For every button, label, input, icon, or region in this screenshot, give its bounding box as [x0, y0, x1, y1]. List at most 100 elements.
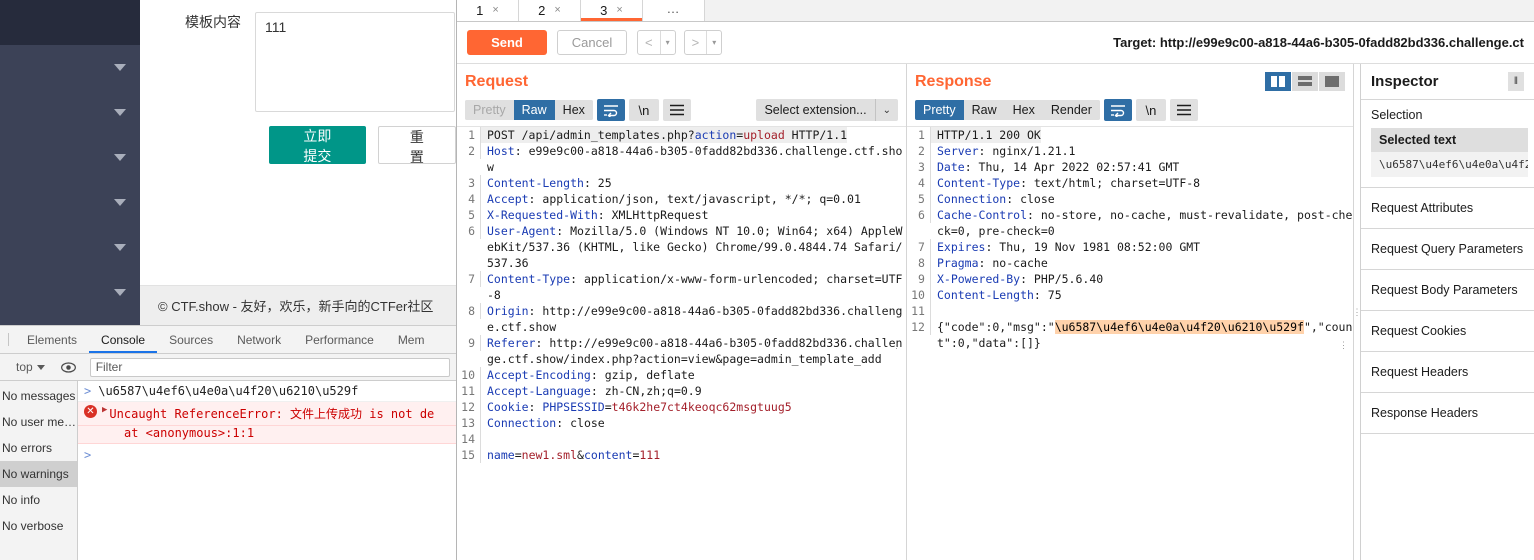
console-sidebar-item[interactable]: No errors [0, 435, 77, 461]
inspector-sections: Request Attributes Request Query Paramete… [1361, 188, 1534, 434]
request-view-pretty[interactable]: Pretty [465, 100, 514, 120]
send-button[interactable]: Send [467, 30, 547, 55]
submit-button[interactable]: 立即提交 [269, 126, 366, 164]
response-newline-button[interactable]: \n [1135, 99, 1166, 121]
line-content: Cookie: PHPSESSID=t46k2he7ct4keoqc62msgt… [481, 399, 792, 415]
request-line: 14 [457, 431, 906, 447]
repeater-tab-2[interactable]: 2 × [519, 0, 581, 21]
line-number: 12 [907, 319, 931, 335]
select-extension-dropdown[interactable]: Select extension... ⌄ [756, 99, 898, 121]
sidebar-item-4[interactable]: 理 [0, 180, 140, 225]
request-view-hex[interactable]: Hex [554, 100, 593, 120]
request-line: 5 X-Requested-With: XMLHttpRequest [457, 207, 906, 223]
sidebar-item-3[interactable]: 理 [0, 135, 140, 180]
line-number: 7 [457, 271, 481, 287]
devtools-tab-performance[interactable]: Performance [293, 326, 386, 353]
response-view-pretty[interactable]: Pretty [914, 100, 964, 120]
inspector-section-request-query-parameters[interactable]: Request Query Parameters [1361, 229, 1534, 270]
line-number: 14 [457, 431, 481, 447]
sidebar-item-1[interactable]: 理 [0, 45, 140, 90]
code-token: Content-Length [487, 176, 584, 190]
history-forward-button[interactable]: > ▾ [683, 30, 723, 55]
inspector-section-request-cookies[interactable]: Request Cookies [1361, 311, 1534, 352]
request-line: 3 Content-Length: 25 [457, 175, 906, 191]
sidebar-item-0[interactable]: 板 [0, 0, 140, 45]
repeater-tab-3[interactable]: 3 × [581, 0, 643, 21]
history-back-button[interactable]: < ▾ [637, 30, 676, 55]
console-filter-input[interactable]: Filter [89, 357, 450, 377]
sidebar-item-6[interactable]: 理 [0, 270, 140, 315]
devtools-panel: Elements Console Sources Network Performance… [0, 325, 456, 560]
layout-split-horizontal-icon[interactable] [1292, 72, 1318, 91]
code-token: & [577, 448, 584, 462]
code-token: Content-Type [936, 176, 1021, 190]
close-icon[interactable]: × [492, 4, 498, 16]
console-prompt[interactable]: > [78, 444, 456, 466]
layout-split-vertical-icon[interactable] [1265, 72, 1291, 91]
response-menu-icon[interactable] [1169, 99, 1198, 121]
request-word-wrap-icon[interactable] [596, 99, 625, 121]
devtools-tab-console[interactable]: Console [89, 326, 157, 353]
response-code-editor[interactable]: 1 HTTP/1.1 200 OK 2 Server: nginx/1.21.1 3 Da… [906, 126, 1353, 560]
devtools-tab-sources[interactable]: Sources [157, 326, 225, 353]
inspector-selection-section: Selection Selected text \u6587\u4ef6\u4e… [1361, 100, 1534, 188]
execution-context-selector[interactable]: top [8, 360, 53, 374]
console-sidebar-item[interactable]: No verbose [0, 513, 77, 539]
inspector-section-response-headers[interactable]: Response Headers [1361, 393, 1534, 434]
response-line: 8 Pragma: no-cache [907, 255, 1353, 271]
history-nav-group: < ▾ > ▾ [637, 30, 723, 55]
close-icon[interactable]: × [616, 4, 622, 16]
editor-splitter-dots[interactable]: ⋮ [1339, 341, 1348, 350]
request-view-raw[interactable]: Raw [513, 100, 555, 120]
cancel-button[interactable]: Cancel [557, 30, 627, 55]
line-content: Pragma: no-cache [931, 255, 1048, 271]
line-content: Cache-Control: no-store, no-cache, must-… [931, 207, 1353, 239]
sidebar-item-2[interactable]: 理 [0, 90, 140, 135]
inspector-section-request-headers[interactable]: Request Headers [1361, 352, 1534, 393]
code-token: HTTP/1.1 200 OK [936, 128, 1041, 142]
inspector-collapse-icon[interactable]: ‖ [1508, 72, 1524, 91]
request-newline-button[interactable]: \n [628, 99, 659, 121]
request-code-editor[interactable]: 1 POST /api/admin_templates.php?action=up… [457, 126, 906, 560]
line-content: Accept-Encoding: gzip, deflate [481, 367, 695, 383]
response-pane: Response Pretty Raw Hex Render \n 1 HTTP… [906, 64, 1354, 560]
template-content-textarea[interactable] [255, 12, 455, 112]
close-icon[interactable]: × [554, 4, 560, 16]
reset-button[interactable]: 重置 [377, 126, 456, 165]
layout-toggle-group [1264, 72, 1345, 91]
devtools-tab-network[interactable]: Network [225, 326, 293, 353]
inspector-section-request-attributes[interactable]: Request Attributes [1361, 188, 1534, 229]
live-expression-eye-icon[interactable] [53, 361, 84, 373]
response-view-raw[interactable]: Raw [963, 100, 1005, 120]
expand-triangle-icon[interactable]: ▶ [102, 405, 107, 415]
console-sidebar-item[interactable]: No messages [0, 383, 77, 409]
inspector-panel: Inspector ‖ Selection Selected text \u65… [1360, 64, 1534, 560]
console-body: No messages No user me… No errors No warnin… [0, 381, 456, 560]
console-sidebar-item[interactable]: No info [0, 487, 77, 513]
response-view-hex[interactable]: Hex [1004, 100, 1043, 120]
line-number: 6 [907, 207, 931, 223]
line-content: User-Agent: Mozilla/5.0 (Windows NT 10.0… [481, 223, 906, 271]
sidebar-item-5[interactable]: 理 [0, 225, 140, 270]
response-line: 3 Date: Thu, 14 Apr 2022 02:57:41 GMT [907, 159, 1353, 175]
response-word-wrap-icon[interactable] [1103, 99, 1132, 121]
tab-overflow-button[interactable]: … [643, 0, 705, 21]
forward-dropdown-icon[interactable]: ▾ [707, 38, 721, 47]
code-token: upload [743, 128, 785, 142]
response-title: Response [914, 72, 992, 90]
inspector-section-request-body-parameters[interactable]: Request Body Parameters [1361, 270, 1534, 311]
request-menu-icon[interactable] [662, 99, 691, 121]
devtools-tab-elements[interactable]: Elements [15, 326, 89, 353]
line-number: 8 [457, 303, 481, 319]
console-sidebar-item[interactable]: No warnings [0, 461, 77, 487]
console-sidebar-item[interactable]: No user me… [0, 409, 77, 435]
back-dropdown-icon[interactable]: ▾ [661, 38, 675, 47]
layout-single-pane-icon[interactable] [1319, 72, 1345, 91]
response-view-render[interactable]: Render [1042, 100, 1100, 120]
tab-label: 2 [538, 2, 546, 18]
repeater-tab-1[interactable]: 1 × [457, 0, 519, 21]
code-token: X-Powered-By [936, 272, 1021, 286]
devtools-tab-mem[interactable]: Mem [386, 326, 437, 353]
editor-splitter-dots[interactable]: ⋮ [892, 341, 901, 350]
repeater-main: Request Pretty Raw Hex \n Select extension… [457, 64, 1534, 560]
